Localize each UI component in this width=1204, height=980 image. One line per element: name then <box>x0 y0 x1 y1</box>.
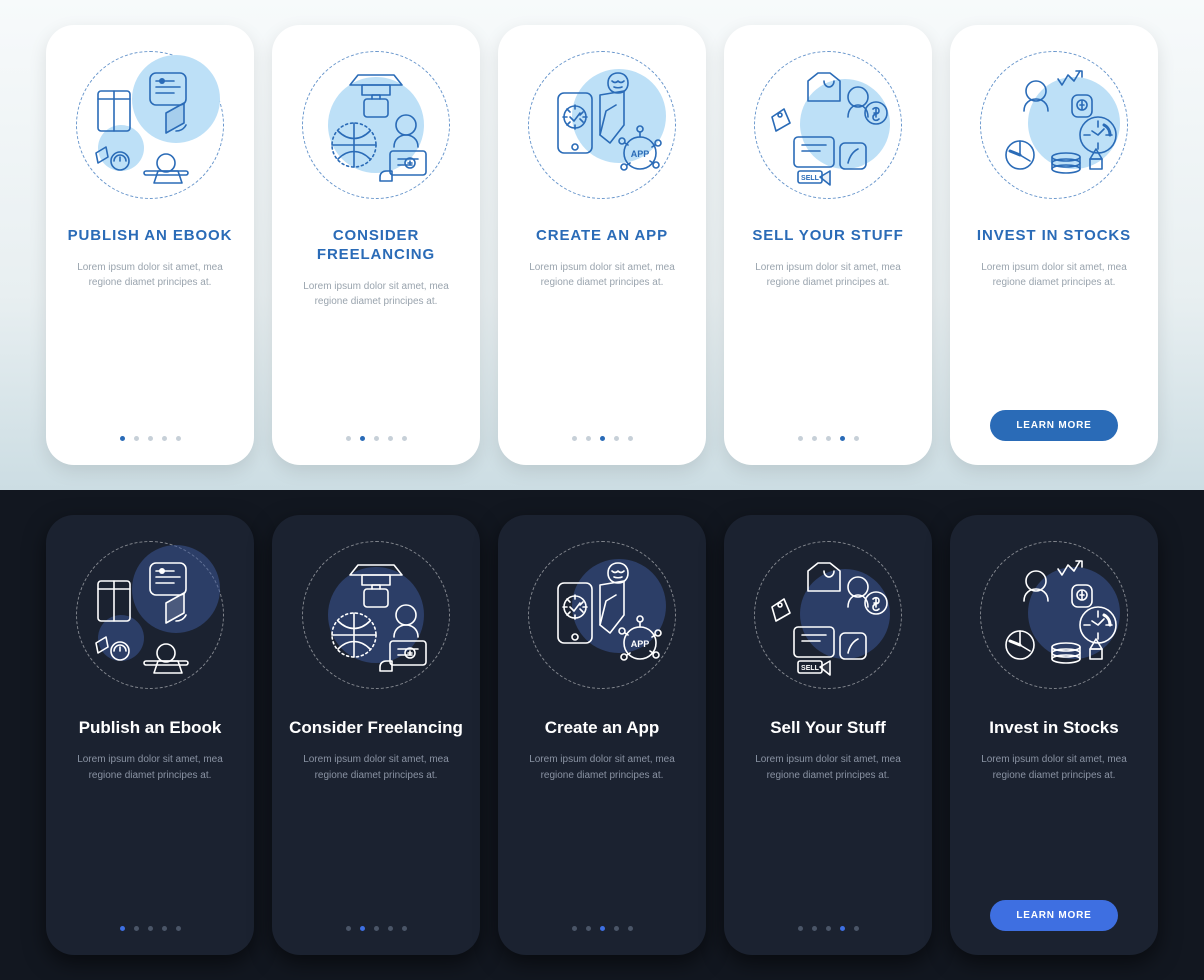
illustration <box>302 51 450 199</box>
page-indicator[interactable] <box>798 436 859 447</box>
learn-more-button[interactable]: LEARN MORE <box>990 410 1117 441</box>
illustration <box>76 51 224 199</box>
card-description: Lorem ipsum dolor sit amet, mea regione … <box>291 279 461 310</box>
page-dot[interactable] <box>360 926 365 931</box>
svg-text:SELL: SELL <box>801 665 820 672</box>
illustration: APP <box>528 541 676 689</box>
illustration: SELL <box>754 51 902 199</box>
page-dot[interactable] <box>628 436 633 441</box>
page-indicator[interactable] <box>572 436 633 447</box>
card-title: Consider Freelancing <box>289 717 463 738</box>
card-title: Publish an Ebook <box>79 717 222 738</box>
page-dot[interactable] <box>360 436 365 441</box>
svg-text:APP: APP <box>631 639 650 649</box>
illustration <box>76 541 224 689</box>
page-dot[interactable] <box>148 436 153 441</box>
card-title: CREATE AN APP <box>536 227 668 246</box>
page-dot[interactable] <box>346 436 351 441</box>
page-dot[interactable] <box>840 926 845 931</box>
page-dot[interactable] <box>586 436 591 441</box>
page-dot[interactable] <box>628 926 633 931</box>
onboarding-card-0: PUBLISH AN EBOOK Lorem ipsum dolor sit am… <box>46 25 254 465</box>
card-title: Invest in Stocks <box>989 717 1118 738</box>
page-dot[interactable] <box>600 926 605 931</box>
onboarding-card-3: SELL SELL YOUR STUFF Lorem ipsum dolor si… <box>724 25 932 465</box>
card-description: Lorem ipsum dolor sit amet, mea regione … <box>517 260 687 291</box>
page-dot[interactable] <box>134 436 139 441</box>
illustration: SELL <box>754 541 902 689</box>
page-dot[interactable] <box>388 436 393 441</box>
page-dot[interactable] <box>176 926 181 931</box>
card-description: Lorem ipsum dolor sit amet, mea regione … <box>969 752 1139 783</box>
card-title: INVEST IN STOCKS <box>977 227 1131 246</box>
onboarding-card-3: SELL Sell Your Stuff Lorem ipsum dolor si… <box>724 515 932 955</box>
card-description: Lorem ipsum dolor sit amet, mea regione … <box>743 752 913 783</box>
onboarding-card-2: APP CREATE AN APP Lorem ipsum dolor sit a… <box>498 25 706 465</box>
page-dot[interactable] <box>600 436 605 441</box>
onboarding-card-4: INVEST IN STOCKS Lorem ipsum dolor sit am… <box>950 25 1158 465</box>
learn-more-button[interactable]: LEARN MORE <box>990 900 1117 931</box>
card-description: Lorem ipsum dolor sit amet, mea regione … <box>517 752 687 783</box>
card-description: Lorem ipsum dolor sit amet, mea regione … <box>65 260 235 291</box>
light-row: PUBLISH AN EBOOK Lorem ipsum dolor sit am… <box>0 0 1204 490</box>
card-title: Sell Your Stuff <box>770 717 886 738</box>
page-dot[interactable] <box>162 926 167 931</box>
page-dot[interactable] <box>572 436 577 441</box>
onboarding-card-0: Publish an Ebook Lorem ipsum dolor sit am… <box>46 515 254 955</box>
page-dot[interactable] <box>572 926 577 931</box>
page-indicator[interactable] <box>120 436 181 447</box>
onboarding-card-1: Consider Freelancing Lorem ipsum dolor si… <box>272 515 480 955</box>
page-indicator[interactable] <box>346 926 407 937</box>
illustration <box>302 541 450 689</box>
page-indicator[interactable] <box>120 926 181 937</box>
card-title: CONSIDER FREELANCING <box>286 227 466 265</box>
onboarding-card-2: APP Create an App Lorem ipsum dolor sit a… <box>498 515 706 955</box>
page-indicator[interactable] <box>798 926 859 937</box>
page-dot[interactable] <box>812 926 817 931</box>
svg-text:SELL: SELL <box>801 175 820 182</box>
page-dot[interactable] <box>374 926 379 931</box>
illustration <box>980 51 1128 199</box>
card-description: Lorem ipsum dolor sit amet, mea regione … <box>743 260 913 291</box>
page-dot[interactable] <box>374 436 379 441</box>
page-dot[interactable] <box>176 436 181 441</box>
page-dot[interactable] <box>812 436 817 441</box>
page-dot[interactable] <box>402 926 407 931</box>
illustration <box>980 541 1128 689</box>
page-dot[interactable] <box>840 436 845 441</box>
page-dot[interactable] <box>586 926 591 931</box>
card-title: SELL YOUR STUFF <box>752 227 903 246</box>
onboarding-card-1: CONSIDER FREELANCING Lorem ipsum dolor si… <box>272 25 480 465</box>
page-dot[interactable] <box>854 436 859 441</box>
card-description: Lorem ipsum dolor sit amet, mea regione … <box>969 260 1139 291</box>
page-dot[interactable] <box>346 926 351 931</box>
card-title: Create an App <box>545 717 660 738</box>
illustration: APP <box>528 51 676 199</box>
dark-row: Publish an Ebook Lorem ipsum dolor sit am… <box>0 490 1204 980</box>
page-dot[interactable] <box>614 436 619 441</box>
page-dot[interactable] <box>148 926 153 931</box>
page-dot[interactable] <box>388 926 393 931</box>
page-indicator[interactable] <box>572 926 633 937</box>
onboarding-card-4: Invest in Stocks Lorem ipsum dolor sit am… <box>950 515 1158 955</box>
page-indicator[interactable] <box>346 436 407 447</box>
card-description: Lorem ipsum dolor sit amet, mea regione … <box>65 752 235 783</box>
page-dot[interactable] <box>162 436 167 441</box>
card-description: Lorem ipsum dolor sit amet, mea regione … <box>291 752 461 783</box>
page-dot[interactable] <box>614 926 619 931</box>
page-dot[interactable] <box>798 926 803 931</box>
page-dot[interactable] <box>854 926 859 931</box>
page-dot[interactable] <box>402 436 407 441</box>
svg-text:APP: APP <box>631 149 650 159</box>
page-dot[interactable] <box>826 926 831 931</box>
card-title: PUBLISH AN EBOOK <box>68 227 233 246</box>
page-dot[interactable] <box>134 926 139 931</box>
page-dot[interactable] <box>826 436 831 441</box>
page-dot[interactable] <box>798 436 803 441</box>
page-dot[interactable] <box>120 436 125 441</box>
page-dot[interactable] <box>120 926 125 931</box>
